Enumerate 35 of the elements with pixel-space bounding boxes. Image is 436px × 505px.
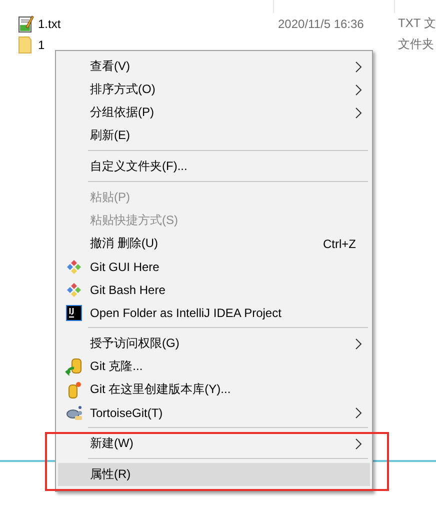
text-file-icon <box>18 14 34 32</box>
menu-item[interactable]: 分组依据(P) <box>58 101 370 124</box>
chevron-right-icon <box>355 438 362 450</box>
menu-item[interactable]: 授予访问权限(G) <box>58 332 370 355</box>
cylinder-arrow-icon <box>65 358 83 376</box>
menu-item[interactable]: 新建(W) <box>58 432 370 455</box>
menu-item[interactable]: Open Folder as IntelliJ IDEA Project <box>58 301 370 324</box>
folder-icon <box>18 36 32 54</box>
menu-item[interactable]: 撤消 删除(U) Ctrl+Z <box>58 232 370 255</box>
cylinder-icon <box>66 380 82 398</box>
shortcut-text: Ctrl+Z <box>323 236 356 250</box>
menu-item[interactable]: 属性(R) <box>58 463 370 486</box>
file-name[interactable]: 1.txt <box>38 16 278 30</box>
turtle-icon <box>65 404 83 420</box>
menu-item[interactable]: Git Bash Here <box>58 278 370 301</box>
chevron-right-icon <box>355 406 362 418</box>
menu-item[interactable]: Git 克隆... <box>58 355 370 378</box>
file-type: TXT 文 <box>398 15 436 32</box>
menu-item[interactable]: Git 在这里创建版本库(Y)... <box>58 378 370 401</box>
menu-item[interactable]: TortoiseGit(T) <box>58 401 370 424</box>
menu-item[interactable]: Git GUI Here <box>58 255 370 278</box>
menu-item[interactable]: 刷新(E) <box>58 124 370 147</box>
chevron-right-icon <box>355 84 362 96</box>
chevron-right-icon <box>355 60 362 72</box>
file-type: 文件夹 <box>398 36 434 53</box>
menu-item[interactable]: 排序方式(O) <box>58 78 370 101</box>
chevron-right-icon <box>355 106 362 118</box>
file-name[interactable]: 1 <box>38 38 278 52</box>
chevron-right-icon <box>355 338 362 350</box>
diamond-icon <box>66 258 82 274</box>
file-date: 2020/11/5 16:36 <box>278 16 365 30</box>
diamond-icon <box>66 282 82 298</box>
menu-item[interactable]: 查看(V) <box>58 55 370 78</box>
menu-item[interactable]: 自定义文件夹(F)... <box>58 155 370 178</box>
ij-logo-icon <box>66 304 82 320</box>
